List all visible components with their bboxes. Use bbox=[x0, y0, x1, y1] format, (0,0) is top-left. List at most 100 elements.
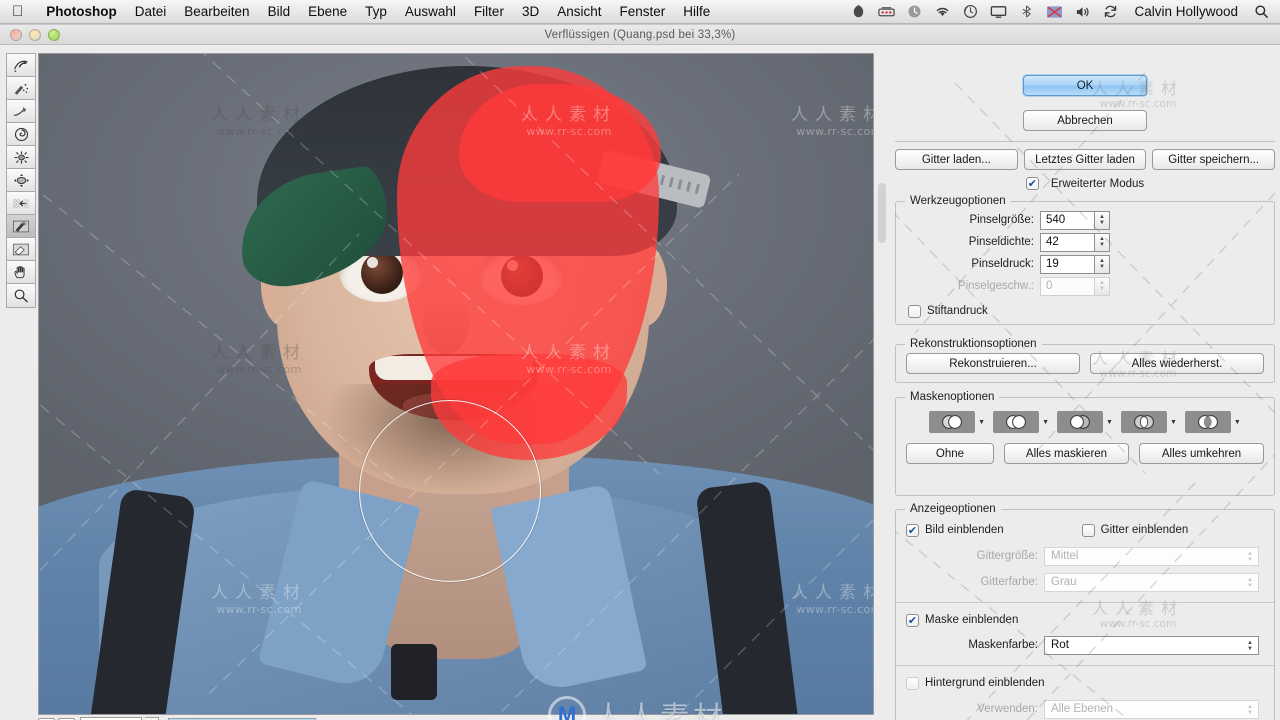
timemachine-icon[interactable] bbox=[962, 4, 979, 20]
zoom-stepper[interactable]: ▲▼ bbox=[145, 716, 159, 720]
chevron-down-icon[interactable]: ▼ bbox=[1170, 419, 1177, 426]
chevron-updown-icon: ▲ ▼ bbox=[1247, 550, 1253, 563]
mask-color-select[interactable]: Rot ▲ ▼ bbox=[1044, 635, 1259, 655]
mask-none-button[interactable]: Ohne bbox=[906, 443, 994, 464]
menu-item-filter[interactable]: Filter bbox=[465, 0, 513, 24]
brush-rate-input: 0 bbox=[1040, 276, 1094, 296]
mesh-color-label: Gitterfarbe: bbox=[980, 576, 1038, 588]
brush-size-label: Pinselgröße: bbox=[969, 214, 1034, 226]
zoom-tool[interactable] bbox=[7, 284, 35, 307]
menu-item-typ[interactable]: Typ bbox=[356, 0, 396, 24]
mask-invert-selection-icon[interactable] bbox=[1184, 411, 1231, 433]
mask-all-button[interactable]: Alles maskieren bbox=[1004, 443, 1129, 464]
macos-menubar:  Photoshop Datei Bearbeiten Bild Ebene … bbox=[0, 0, 1280, 24]
chevron-updown-icon[interactable]: ▲ ▼ bbox=[1247, 640, 1253, 652]
thaw-mask-tool[interactable] bbox=[7, 238, 35, 261]
smooth-tool[interactable] bbox=[7, 100, 35, 123]
backdrop-use-select: Alle Ebenen ▲ ▼ bbox=[1044, 699, 1259, 719]
close-button[interactable] bbox=[10, 29, 22, 41]
mask-options-group: Maskenoptionen ▼ ▼ ▼ ▼ ▼ Ohne Alles mask… bbox=[895, 391, 1275, 496]
brush-rate-stepper: ▲ ▼ bbox=[1094, 276, 1110, 296]
dropbox-icon[interactable] bbox=[850, 4, 867, 20]
menu-item-3d[interactable]: 3D bbox=[513, 0, 548, 24]
restore-all-button[interactable]: Alles wiederherst. bbox=[1090, 353, 1264, 374]
mesh-size-select: Mittel ▲ ▼ bbox=[1044, 546, 1259, 566]
brush-pressure-stepper[interactable]: ▲ ▼ bbox=[1094, 254, 1110, 274]
reconstruct-button[interactable]: Rekonstruieren... bbox=[906, 353, 1080, 374]
minimize-button[interactable] bbox=[29, 29, 41, 41]
dialog-titlebar[interactable]: Verflüssigen (Quang.psd bei 33,3%) bbox=[0, 25, 1280, 45]
menu-item-ebene[interactable]: Ebene bbox=[299, 0, 356, 24]
forward-warp-tool[interactable] bbox=[7, 54, 35, 77]
push-left-tool[interactable] bbox=[7, 192, 35, 215]
menu-item-fenster[interactable]: Fenster bbox=[610, 0, 674, 24]
mask-add-to-selection-icon[interactable] bbox=[993, 411, 1040, 433]
hand-tool[interactable] bbox=[7, 261, 35, 284]
chevron-down-icon[interactable]: ▼ bbox=[1106, 419, 1113, 426]
keyboard-icon[interactable] bbox=[878, 4, 896, 20]
show-mask-checkbox[interactable]: ✔ bbox=[906, 613, 919, 627]
twirl-clockwise-tool[interactable] bbox=[7, 123, 35, 146]
chevron-updown-icon: ▲ ▼ bbox=[1247, 576, 1253, 589]
menubar-username[interactable]: Calvin Hollywood bbox=[1130, 4, 1242, 19]
mask-subtract-from-selection-icon[interactable] bbox=[1057, 411, 1104, 433]
ok-row: OK bbox=[1023, 75, 1147, 96]
load-last-mesh-button[interactable]: Letztes Gitter laden bbox=[1023, 149, 1147, 170]
view-options-divider-2 bbox=[896, 665, 1274, 666]
menu-item-bearbeiten[interactable]: Bearbeiten bbox=[175, 0, 258, 24]
panel-divider bbox=[895, 141, 1275, 142]
clock-icon[interactable] bbox=[906, 4, 923, 20]
show-image-checkbox[interactable]: ✔ bbox=[906, 523, 919, 537]
bluetooth-icon[interactable] bbox=[1018, 4, 1035, 20]
apple-menu-icon[interactable]:  bbox=[12, 4, 23, 19]
save-mesh-button[interactable]: Gitter speichern... bbox=[1152, 149, 1276, 170]
bloat-tool[interactable] bbox=[7, 169, 35, 192]
menu-item-datei[interactable]: Datei bbox=[126, 0, 176, 24]
pen-pressure-checkbox[interactable] bbox=[908, 304, 921, 318]
chevron-down-icon[interactable]: ▼ bbox=[1042, 419, 1049, 426]
chevron-down-icon[interactable]: ▼ bbox=[1234, 419, 1241, 426]
reconstruct-tool[interactable] bbox=[7, 77, 35, 100]
load-mesh-button[interactable]: Gitter laden... bbox=[895, 149, 1018, 170]
zoom-statusbar: − + 33,3% ▲▼ bbox=[38, 715, 338, 720]
eject-disabled-icon[interactable] bbox=[1046, 4, 1063, 20]
brush-density-label: Pinseldichte: bbox=[968, 236, 1034, 248]
zoom-window-button[interactable] bbox=[48, 29, 60, 41]
reconstruct-options-legend: Rekonstruktionsoptionen bbox=[910, 338, 1037, 350]
menu-item-auswahl[interactable]: Auswahl bbox=[396, 0, 465, 24]
mask-replace-selection-icon[interactable] bbox=[929, 411, 976, 433]
sync-icon[interactable] bbox=[1102, 4, 1119, 20]
mask-mode-buttons: ▼ ▼ ▼ ▼ ▼ bbox=[896, 411, 1274, 433]
advanced-mode-row[interactable]: ✔ Erweiterter Modus bbox=[895, 177, 1275, 190]
wifi-icon[interactable] bbox=[934, 4, 951, 20]
menu-item-ansicht[interactable]: Ansicht bbox=[548, 0, 610, 24]
chevron-down-icon[interactable]: ▼ bbox=[978, 419, 985, 426]
brush-pressure-input[interactable]: 19 bbox=[1040, 254, 1094, 274]
liquify-canvas[interactable]: 人人素材 www.rr-sc.com 人人素材 www.rr-sc.com 人人… bbox=[38, 53, 874, 715]
display-icon[interactable] bbox=[990, 4, 1007, 20]
brush-size-input[interactable]: 540 bbox=[1040, 210, 1094, 230]
panel-scrollbar[interactable] bbox=[878, 183, 886, 243]
cancel-row: Abbrechen bbox=[1023, 110, 1147, 131]
zoom-level-field[interactable]: 33,3% bbox=[80, 716, 142, 720]
pucker-tool[interactable] bbox=[7, 146, 35, 169]
ok-button[interactable]: OK bbox=[1023, 75, 1147, 96]
search-icon[interactable] bbox=[1253, 4, 1270, 20]
menu-item-hilfe[interactable]: Hilfe bbox=[674, 0, 719, 24]
show-backdrop-checkbox[interactable] bbox=[906, 676, 919, 690]
mask-intersect-with-selection-icon[interactable] bbox=[1120, 411, 1167, 433]
advanced-mode-label: Erweiterter Modus bbox=[1050, 177, 1145, 190]
menu-item-photoshop[interactable]: Photoshop bbox=[37, 0, 126, 24]
freeze-mask-tool[interactable] bbox=[7, 215, 35, 238]
brush-density-input[interactable]: 42 bbox=[1040, 232, 1094, 252]
brush-density-stepper[interactable]: ▲ ▼ bbox=[1094, 232, 1110, 252]
brush-size-stepper[interactable]: ▲ ▼ bbox=[1094, 210, 1110, 230]
mesh-buttons-row: Gitter laden... Letztes Gitter laden Git… bbox=[895, 149, 1276, 170]
advanced-mode-checkbox[interactable]: ✔ bbox=[1025, 177, 1039, 190]
volume-icon[interactable] bbox=[1074, 4, 1091, 20]
mask-invert-all-button[interactable]: Alles umkehren bbox=[1139, 443, 1264, 464]
cancel-button[interactable]: Abbrechen bbox=[1023, 110, 1147, 131]
menu-item-bild[interactable]: Bild bbox=[259, 0, 300, 24]
show-mesh-checkbox[interactable] bbox=[1081, 523, 1095, 537]
reconstruct-options-group: Rekonstruktionsoptionen Rekonstruieren..… bbox=[895, 338, 1275, 383]
